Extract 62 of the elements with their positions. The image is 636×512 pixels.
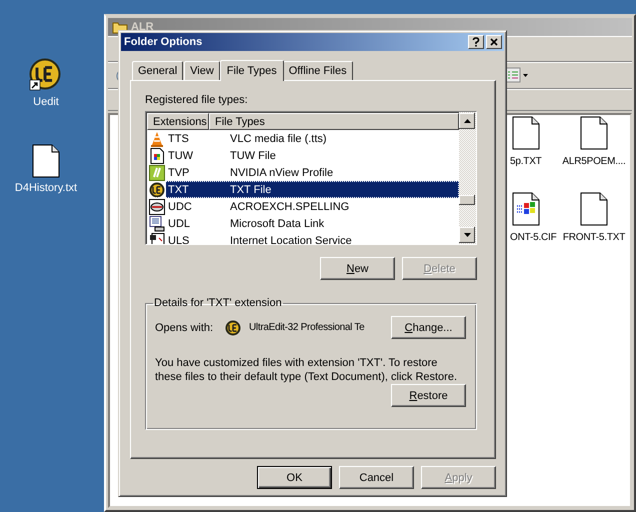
app-name: UltraEdit-32 Professional Te bbox=[249, 322, 364, 333]
extension-cell-text: TUW bbox=[167, 150, 194, 162]
opens-with-label: Opens with: bbox=[155, 322, 214, 334]
document-icon bbox=[149, 148, 165, 164]
extension-cell-text: TTS bbox=[167, 132, 190, 144]
document-icon bbox=[580, 116, 608, 150]
document-icon bbox=[32, 144, 60, 178]
app-shortcut-icon bbox=[29, 58, 63, 92]
details-note: You have customized files with extension 'TXT'. To restore these files to their default type (Text Document), click Restore. bbox=[155, 356, 458, 384]
document-icon bbox=[580, 192, 608, 226]
file-label[interactable]: ONT-5.CIF bbox=[510, 232, 557, 243]
file-type-row[interactable]: TUW TUW File bbox=[147, 147, 459, 164]
desktop-icon-label[interactable]: Uedit bbox=[33, 96, 59, 108]
setup-file-icon bbox=[512, 192, 540, 226]
restore-button[interactable]: Restore bbox=[391, 384, 466, 407]
file-type-cell-text: Internet Location Service bbox=[229, 234, 352, 244]
file-label[interactable]: 5p.TXT bbox=[510, 156, 542, 167]
extension-cell-text: UDL bbox=[167, 218, 192, 230]
close-button[interactable] bbox=[486, 35, 502, 49]
dialog-button[interactable]: Cancel bbox=[339, 466, 414, 489]
file-type-row[interactable]: TXT TXT File bbox=[147, 181, 459, 198]
scrollbar[interactable] bbox=[459, 112, 476, 244]
list-label: Registered file types: bbox=[145, 94, 249, 106]
tab[interactable]: View bbox=[184, 61, 220, 80]
extension-cell-text: ULS bbox=[167, 234, 190, 244]
extension-cell-text: TVP bbox=[167, 166, 190, 178]
file-type-cell-text: TUW File bbox=[229, 150, 276, 162]
file-label[interactable]: FRONT-5.TXT bbox=[562, 232, 626, 243]
data-link-icon bbox=[149, 216, 165, 232]
close-icon bbox=[490, 38, 498, 46]
app-logo-icon bbox=[225, 320, 241, 336]
traffic-cone-icon bbox=[149, 130, 165, 146]
tile-icon bbox=[149, 164, 165, 180]
desktop-icon-label[interactable]: D4History.txt bbox=[14, 182, 78, 194]
help-button[interactable] bbox=[468, 35, 484, 49]
file-type-cell-text: TXT File bbox=[229, 184, 272, 196]
file-type-row[interactable]: UDL Microsoft Data Link bbox=[147, 215, 459, 232]
tab[interactable]: Offline Files bbox=[282, 61, 353, 80]
dialog-title: Folder Options bbox=[124, 36, 204, 48]
file-type-cell-text: Microsoft Data Link bbox=[229, 218, 324, 230]
tab[interactable]: General bbox=[132, 61, 184, 80]
file-type-cell-text: NVIDIA nView Profile bbox=[229, 166, 334, 178]
extension-cell-text: UDC bbox=[167, 200, 193, 212]
app-logo-icon bbox=[149, 182, 165, 198]
file-type-row[interactable]: UDC ACROEXCH.SPELLING bbox=[147, 198, 459, 215]
file-type-cell-text: ACROEXCH.SPELLING bbox=[229, 200, 350, 212]
change-button[interactable]: Change... bbox=[391, 316, 466, 339]
file-type-row[interactable]: ULS Internet Location Service bbox=[147, 232, 459, 244]
dialog-button[interactable]: OK bbox=[257, 466, 332, 489]
file-label[interactable]: ALR5POEM.... bbox=[562, 156, 626, 167]
file-type-row[interactable]: TVP NVIDIA nView Profile bbox=[147, 164, 459, 181]
window-title: ALR bbox=[131, 21, 154, 33]
help-icon bbox=[472, 37, 480, 47]
extension-cell-text: TXT bbox=[167, 184, 190, 196]
column-header[interactable]: Extensions bbox=[147, 113, 209, 130]
tab[interactable]: File Types bbox=[220, 60, 284, 81]
group-legend: Details for 'TXT' extension bbox=[153, 297, 283, 309]
list-button[interactable]: New bbox=[320, 257, 395, 280]
column-header[interactable]: File Types bbox=[209, 113, 459, 130]
file-type-row[interactable]: TTS VLC media file (.tts) bbox=[147, 130, 459, 147]
file-type-cell-text: VLC media file (.tts) bbox=[229, 132, 327, 144]
document-icon bbox=[512, 116, 540, 150]
